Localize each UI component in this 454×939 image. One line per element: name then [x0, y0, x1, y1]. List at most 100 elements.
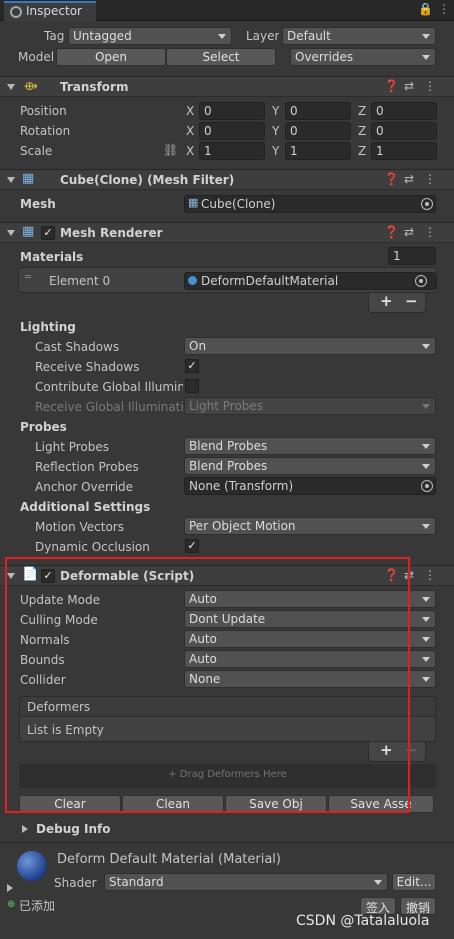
tag-label: Tag	[44, 29, 65, 43]
help-icon[interactable]: ❓	[384, 79, 399, 93]
watermark: CSDN @Tatalaluola	[296, 913, 430, 929]
scale-x-field[interactable]: 1	[199, 142, 265, 160]
rotation-z-field[interactable]: 0	[371, 122, 437, 140]
transform-header[interactable]: ⟴ Transform ❓ ⇄ ⋮	[0, 76, 454, 97]
anchor-override-field[interactable]: None (Transform)	[184, 477, 436, 495]
component-menu-icon[interactable]: ⋮	[424, 172, 436, 186]
object-picker-icon[interactable]	[421, 198, 433, 210]
mesh-renderer-header[interactable]: ▦ ✓ Mesh Renderer ❓ ⇄ ⋮	[0, 222, 454, 243]
position-y-label: Y	[272, 104, 280, 118]
material-preview-icon	[17, 851, 47, 881]
edit-shader-button[interactable]: Edit...	[392, 873, 436, 891]
probes-label: Probes	[20, 420, 67, 434]
rotation-z-label: Z	[358, 124, 367, 138]
model-label: Model	[18, 50, 55, 64]
fold-arrow-icon[interactable]	[22, 825, 28, 833]
fold-arrow-icon[interactable]	[7, 177, 15, 183]
reflection-probes-label: Reflection Probes	[35, 460, 139, 474]
status-label: 已添加	[19, 899, 56, 913]
fold-arrow-icon[interactable]	[7, 884, 13, 892]
add-element-button[interactable]: +	[380, 292, 393, 310]
debug-info-label[interactable]: Debug Info	[36, 822, 110, 836]
position-x-field[interactable]: 0	[199, 102, 265, 120]
rotation-x-field[interactable]: 0	[199, 122, 265, 140]
mesh-filter-title: Cube(Clone) (Mesh Filter)	[60, 173, 235, 187]
open-button[interactable]: Open	[56, 48, 166, 66]
drag-handle-icon[interactable]: ═	[25, 272, 31, 283]
component-menu-icon[interactable]: ⋮	[424, 79, 436, 93]
more-options-icon[interactable]: ⋮	[438, 2, 450, 16]
position-z-label: Z	[358, 104, 367, 118]
fold-arrow-icon[interactable]	[7, 84, 15, 90]
receive-shadows-checkbox[interactable]: ✓	[185, 359, 199, 373]
preset-icon[interactable]: ⇄	[404, 79, 414, 93]
rotation-y-field[interactable]: 0	[285, 122, 351, 140]
mesh-label: Mesh	[20, 197, 56, 211]
tab-bar: Inspector 🔒 ⋮	[0, 0, 454, 21]
fold-arrow-icon[interactable]	[7, 230, 15, 236]
component-menu-icon[interactable]: ⋮	[424, 568, 436, 582]
reflection-probes-dropdown[interactable]: Blend Probes	[184, 457, 436, 475]
materials-count-field[interactable]: 1	[388, 247, 436, 265]
constrain-proportions-icon[interactable]: ⛓	[163, 143, 178, 157]
mesh-field[interactable]: ▦ Cube(Clone)	[184, 195, 436, 213]
preset-icon[interactable]: ⇄	[404, 225, 414, 239]
rotation-x-label: X	[186, 124, 195, 138]
light-probes-dropdown[interactable]: Blend Probes	[184, 437, 436, 455]
scale-x-label: X	[186, 144, 195, 158]
mesh-renderer-enabled-checkbox[interactable]: ✓	[41, 226, 55, 240]
scale-y-field[interactable]: 1	[285, 142, 351, 160]
mesh-icon: ▦	[188, 196, 199, 209]
light-probes-label: Light Probes	[35, 440, 110, 454]
help-icon[interactable]: ❓	[384, 172, 399, 186]
receive-gi-label: Receive Global Illumination	[35, 400, 183, 414]
overrides-dropdown[interactable]: Overrides	[290, 48, 436, 66]
element0-field[interactable]: DeformDefaultMaterial	[184, 272, 436, 290]
material-icon	[188, 276, 197, 285]
position-x-label: X	[186, 104, 195, 118]
highlight-box	[5, 557, 410, 813]
position-y-field[interactable]: 0	[285, 102, 351, 120]
added-status-icon: ⊕	[7, 899, 16, 910]
mesh-filter-header[interactable]: ▦ Cube(Clone) (Mesh Filter) ❓ ⇄ ⋮	[0, 169, 454, 190]
transform-title: Transform	[60, 80, 129, 94]
dynamic-occlusion-label: Dynamic Occlusion	[35, 540, 150, 554]
mesh-filter-icon: ▦	[22, 171, 35, 186]
motion-vectors-dropdown[interactable]: Per Object Motion	[184, 517, 436, 535]
remove-element-button[interactable]: −	[405, 292, 418, 310]
dynamic-occlusion-checkbox[interactable]: ✓	[185, 539, 199, 553]
contribute-gi-checkbox[interactable]	[185, 379, 199, 393]
mesh-renderer-icon: ▦	[22, 224, 35, 239]
divider	[0, 842, 454, 843]
shader-dropdown[interactable]: Standard	[104, 873, 388, 891]
tab-inspector[interactable]: Inspector	[4, 1, 96, 21]
cast-shadows-label: Cast Shadows	[35, 340, 120, 354]
scale-y-label: Y	[272, 144, 280, 158]
tag-dropdown[interactable]: Untagged	[68, 27, 232, 45]
select-button[interactable]: Select	[166, 48, 276, 66]
material-title: Deform Default Material (Material)	[57, 852, 281, 867]
materials-list-controls: + −	[368, 292, 426, 313]
lock-icon[interactable]: 🔒	[418, 2, 433, 16]
help-icon[interactable]: ❓	[384, 225, 399, 239]
inspector-icon	[10, 6, 22, 18]
scale-z-field[interactable]: 1	[371, 142, 437, 160]
contribute-gi-label: Contribute Global Illuminat	[35, 380, 183, 394]
layer-dropdown[interactable]: Default	[282, 27, 436, 45]
preset-icon[interactable]: ⇄	[404, 172, 414, 186]
rotation-y-label: Y	[272, 124, 280, 138]
receive-shadows-label: Receive Shadows	[35, 360, 140, 374]
mesh-renderer-title: Mesh Renderer	[60, 226, 163, 240]
cast-shadows-dropdown[interactable]: On	[184, 337, 436, 355]
element0-label: Element 0	[49, 274, 111, 288]
receive-gi-dropdown: Light Probes	[184, 397, 436, 415]
scale-label: Scale	[20, 144, 53, 158]
position-z-field[interactable]: 0	[371, 102, 437, 120]
anchor-override-label: Anchor Override	[35, 480, 134, 494]
object-picker-icon[interactable]	[421, 480, 433, 492]
scale-z-label: Z	[358, 144, 367, 158]
materials-label: Materials	[20, 250, 84, 264]
component-menu-icon[interactable]: ⋮	[424, 225, 436, 239]
object-picker-icon[interactable]	[415, 275, 427, 287]
layer-label: Layer	[246, 29, 280, 43]
